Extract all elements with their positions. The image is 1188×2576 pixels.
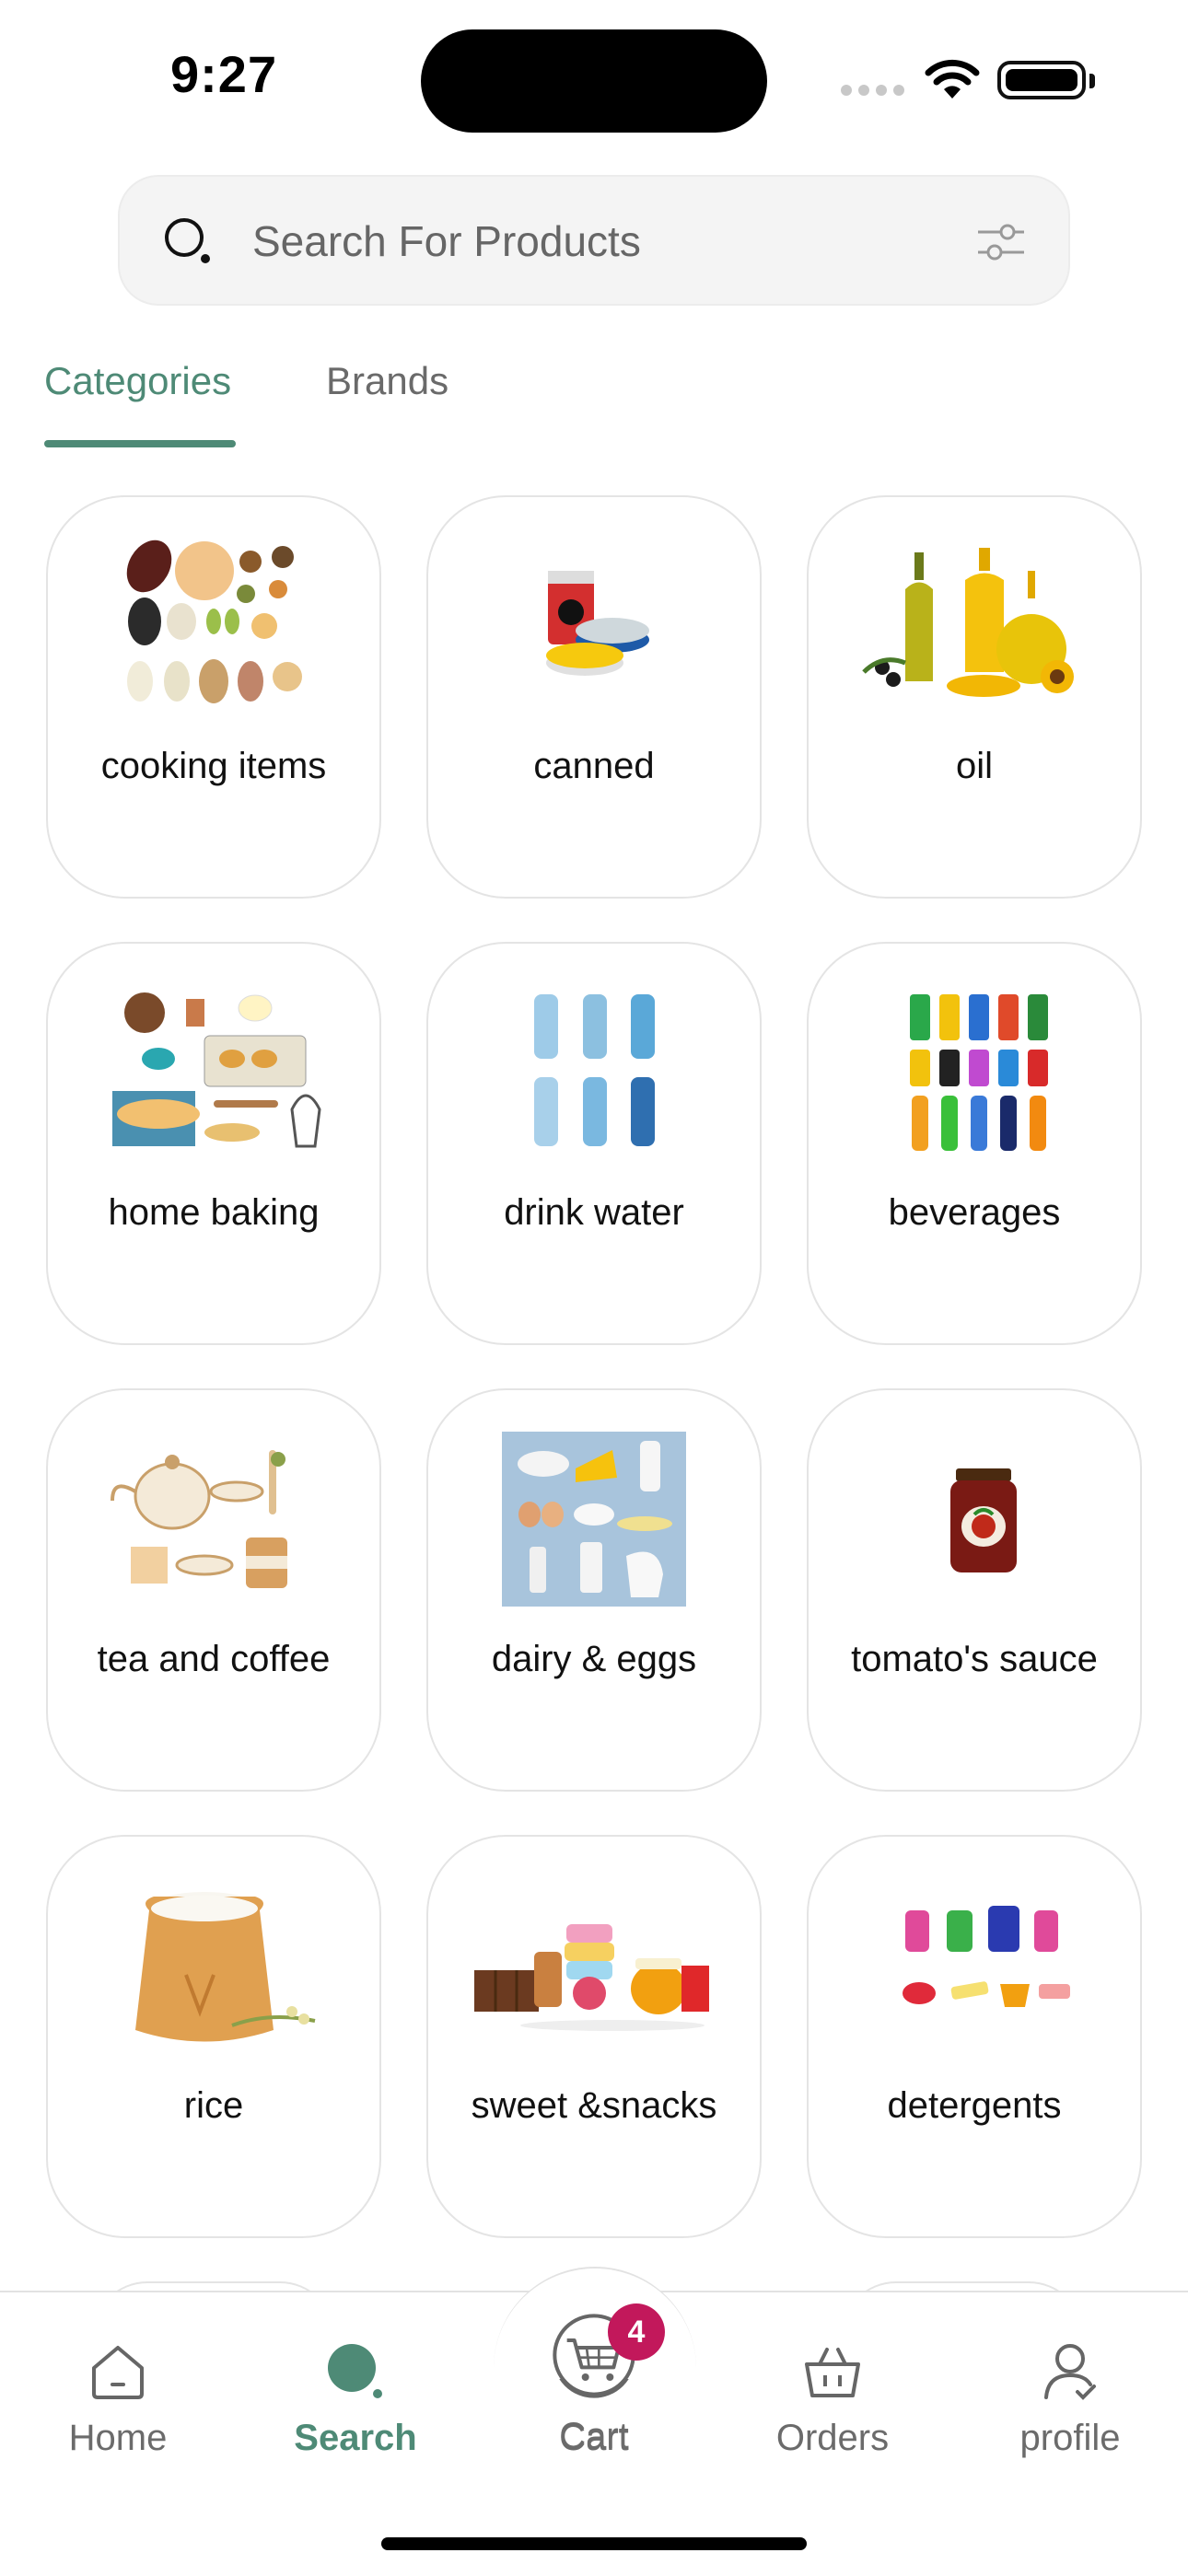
- category-label: rice: [183, 2085, 244, 2126]
- category-card-drink-water[interactable]: drink water: [426, 942, 762, 1345]
- nav-orders[interactable]: Orders: [740, 2292, 925, 2477]
- status-time: 9:27: [170, 45, 278, 103]
- cart-count-badge: 4: [608, 2303, 665, 2361]
- category-card-tea-and-coffee[interactable]: tea and coffee: [46, 1388, 381, 1792]
- battery-icon: [997, 61, 1095, 99]
- search-icon: [328, 2344, 382, 2398]
- legumes-icon: [126, 540, 302, 703]
- category-label: drink water: [504, 1192, 684, 1233]
- category-label: sweet &snacks: [471, 2085, 717, 2126]
- nav-search[interactable]: Search: [263, 2292, 448, 2477]
- category-card-detergents[interactable]: detergents: [807, 1835, 1142, 2238]
- home-icon: [92, 2346, 144, 2399]
- category-card-dairy-and-eggs[interactable]: dairy & eggs: [426, 1388, 762, 1792]
- search-icon: [165, 218, 210, 263]
- detergent-icon: [903, 1906, 1070, 2007]
- category-card-oil[interactable]: oil: [807, 495, 1142, 899]
- dairy-icon: [502, 1432, 686, 1607]
- category-card-sweet-and-snacks[interactable]: sweet &snacks: [426, 1835, 762, 2238]
- active-tab-indicator: [44, 440, 236, 447]
- sauce-jar-icon: [950, 1468, 1017, 1572]
- rice-sack-icon: [135, 1892, 316, 2042]
- status-bar: 9:27: [0, 0, 1188, 147]
- category-label: home baking: [108, 1192, 320, 1233]
- teapot-icon: [111, 1450, 287, 1588]
- category-label: cooking items: [100, 746, 327, 786]
- search-input[interactable]: [252, 208, 934, 274]
- tab-categories[interactable]: Categories: [44, 359, 231, 403]
- category-card-canned[interactable]: canned: [426, 495, 762, 899]
- user-icon: [1044, 2344, 1096, 2400]
- category-tabs: Categories Brands: [44, 350, 1149, 451]
- soda-cans-icon: [910, 994, 1048, 1151]
- oil-bottles-icon: [862, 548, 1074, 697]
- category-label: detergents: [887, 2085, 1062, 2126]
- wifi-icon: [925, 59, 980, 99]
- category-label: oil: [955, 746, 994, 786]
- category-card-tomato-sauce[interactable]: tomato's sauce: [807, 1388, 1142, 1792]
- category-label: dairy & eggs: [491, 1639, 697, 1679]
- search-bar[interactable]: [118, 175, 1070, 306]
- category-label: tomato's sauce: [851, 1639, 1098, 1679]
- category-label: canned: [533, 746, 655, 786]
- category-card-cooking-items[interactable]: cooking items: [46, 495, 381, 899]
- nav-home[interactable]: Home: [26, 2292, 210, 2477]
- water-bottles-icon: [534, 994, 655, 1146]
- nav-profile[interactable]: profile: [978, 2292, 1162, 2477]
- dynamic-island: [421, 29, 767, 133]
- baking-icon: [112, 992, 321, 1148]
- canned-food-icon: [546, 571, 649, 676]
- category-card-beverages[interactable]: beverages: [807, 942, 1142, 1345]
- category-label: tea and coffee: [97, 1639, 331, 1679]
- category-label: beverages: [888, 1192, 1061, 1233]
- home-indicator: [381, 2537, 807, 2550]
- cellular-signal-icon: [841, 85, 904, 96]
- basket-icon: [805, 2348, 860, 2397]
- tab-brands[interactable]: Brands: [326, 359, 448, 403]
- filter-icon[interactable]: [974, 215, 1028, 269]
- category-card-home-baking[interactable]: home baking: [46, 942, 381, 1345]
- sweets-icon: [474, 1924, 709, 2031]
- category-card-rice[interactable]: rice: [46, 1835, 381, 2238]
